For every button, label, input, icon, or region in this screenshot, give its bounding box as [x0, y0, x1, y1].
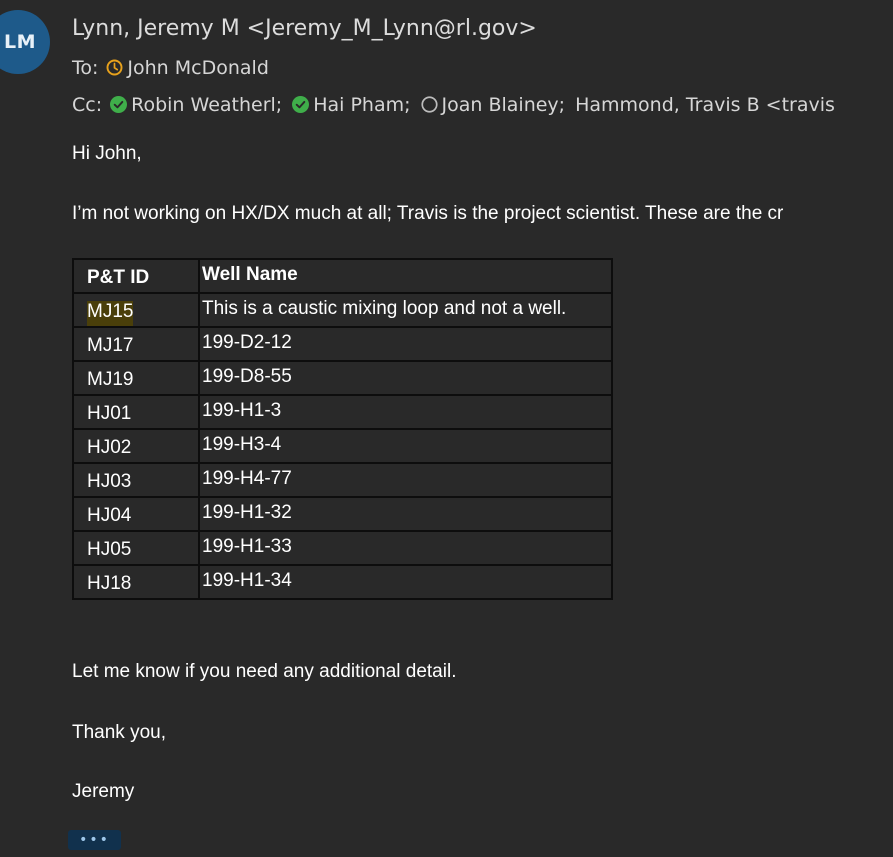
recipient-hai-pham[interactable]: Hai Pham; [292, 94, 411, 116]
well-name-cell: 199-H1-33 [198, 530, 613, 566]
recipient-name: Hai Pham; [313, 94, 411, 116]
recipient-robin-weatherl[interactable]: Robin Weatherl; [110, 94, 282, 116]
cc-label: Cc: [72, 94, 103, 116]
pt-id-cell: MJ17 [72, 326, 200, 362]
closing-line: Let me know if you need any additional d… [72, 661, 457, 682]
pt-id-cell: MJ19 [72, 360, 200, 396]
well-name-cell: 199-H3-4 [198, 428, 613, 464]
well-name-cell: This is a caustic mixing loop and not a … [198, 292, 613, 328]
table-row: HJ02 199-H3-4 [72, 428, 613, 464]
recipient-travis-hammond[interactable]: Hammond, Travis B <travis [575, 94, 835, 116]
well-table: P&T ID Well Name MJ15 This is a caustic … [72, 258, 613, 600]
table-row: HJ03 199-H4-77 [72, 462, 613, 498]
available-check-icon [292, 96, 310, 113]
header-pt-id: P&T ID [72, 258, 200, 294]
well-name-cell: 199-H4-77 [198, 462, 613, 498]
well-name-cell: 199-H1-34 [198, 564, 613, 600]
signature: Jeremy [72, 781, 135, 802]
recipient-name: John McDonald [127, 57, 269, 79]
table-header-row: P&T ID Well Name [72, 258, 613, 294]
table-row: HJ18 199-H1-34 [72, 564, 613, 600]
ellipsis-icon: ••• [79, 832, 110, 848]
well-name-cell: 199-H1-32 [198, 496, 613, 532]
cc-line: Cc: Robin Weatherl; Hai Pham; Joan Blainey;… [72, 94, 835, 116]
header-well-name: Well Name [198, 258, 613, 294]
recipient-john-mcdonald[interactable]: John McDonald [106, 57, 269, 79]
table-row: MJ17 199-D2-12 [72, 326, 613, 362]
pt-id-cell: HJ05 [72, 530, 200, 566]
pt-id-cell: HJ02 [72, 428, 200, 464]
to-line: To: John McDonald [72, 57, 279, 79]
recipient-joan-blainey[interactable]: Joan Blainey; [420, 94, 566, 116]
highlighted-id: MJ15 [87, 301, 134, 326]
intro-paragraph: I’m not working on HX/DX much at all; Tr… [72, 203, 784, 224]
well-name-cell: 199-D2-12 [198, 326, 613, 362]
pt-id-cell: MJ15 [72, 292, 200, 328]
well-name-cell: 199-D8-55 [198, 360, 613, 396]
well-name-cell: 199-H1-3 [198, 394, 613, 430]
table-row: HJ01 199-H1-3 [72, 394, 613, 430]
away-clock-icon [106, 59, 123, 76]
table-row: HJ04 199-H1-32 [72, 496, 613, 532]
sender-avatar[interactable]: LM [0, 10, 50, 74]
avatar-initials: LM [3, 31, 36, 53]
pt-id-cell: HJ01 [72, 394, 200, 430]
greeting: Hi John, [72, 143, 142, 164]
table-row: HJ05 199-H1-33 [72, 530, 613, 566]
offline-circle-icon [420, 96, 438, 113]
pt-id-cell: HJ03 [72, 462, 200, 498]
to-label: To: [72, 57, 99, 79]
table-row: MJ15 This is a caustic mixing loop and n… [72, 292, 613, 328]
pt-id-cell: HJ04 [72, 496, 200, 532]
recipient-name: Joan Blainey; [441, 94, 566, 116]
sender-line[interactable]: Lynn, Jeremy M <Jeremy_M_Lynn@rl.gov> [72, 16, 537, 41]
pt-id-cell: HJ18 [72, 564, 200, 600]
recipient-name: Robin Weatherl; [131, 94, 283, 116]
show-more-button[interactable]: ••• [68, 830, 121, 850]
available-check-icon [110, 96, 128, 113]
table-row: MJ19 199-D8-55 [72, 360, 613, 396]
thanks-line: Thank you, [72, 722, 166, 743]
